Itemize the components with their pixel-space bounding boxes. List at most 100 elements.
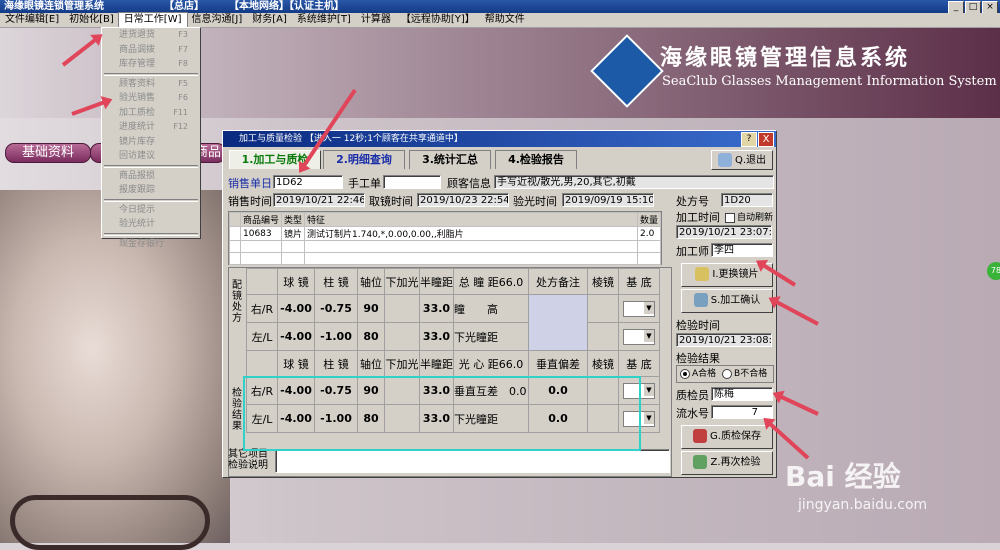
menu-item[interactable]: 财务[A]	[247, 13, 292, 27]
result-group: A合格 B不合格	[676, 365, 774, 383]
glasses-image	[10, 495, 210, 550]
nav-basic-data[interactable]: 基础资料	[5, 143, 91, 163]
menu-item[interactable]: 验光销售 F6	[102, 91, 200, 106]
sale-no-label: 销售单日	[228, 177, 272, 190]
rx-row-right[interactable]: 右/R -4.00 -0.75 90 33.0 瞳 高	[246, 294, 660, 351]
result-label: 检验结果	[676, 352, 720, 365]
sale-time-label: 销售时间	[228, 195, 272, 208]
base-select[interactable]	[623, 300, 655, 317]
dialog-close-icon[interactable]: X	[758, 132, 774, 147]
customer-field: 手写近视/散光,男,20,其它,初戴	[494, 175, 774, 189]
cell-qty: 2.0	[636, 226, 662, 241]
rx-no-field: 1D20	[721, 193, 773, 207]
save-icon	[693, 429, 708, 443]
table-row[interactable]: 10683 镜片 测试订制片1.740,*,0.00,0.00,,利脂片 2.0	[229, 226, 662, 241]
inspector-select[interactable]: 陈梅	[711, 387, 773, 401]
branch-label: 【总店】	[164, 1, 204, 12]
watermark-brand: Bai 经验	[785, 460, 901, 493]
daily-work-menu: 进货退货 F3 商品调拨 F7 库存管理 F8 顾客资料 F5 验光销售 F6 加工质检 F11 进度统…	[101, 27, 201, 249]
menu-item[interactable]: 进度统计 F12	[102, 120, 200, 135]
network-label: 【本地网络】【认证主机】	[229, 1, 344, 12]
menu-separator	[104, 164, 198, 168]
menu-item[interactable]: 商品调拨 F7	[102, 43, 200, 58]
fail-radio[interactable]: B不合格	[722, 368, 767, 379]
cell-goods-no: 10683	[239, 226, 283, 241]
menubar: 文件编辑[E] 初始化[B] 日常工作[W] 信息沟通[J] 财务[A] 系统维护[T] 计…	[0, 12, 1000, 28]
menu-item[interactable]: 文件编辑[E]	[0, 13, 64, 27]
cell-type: 镜片	[281, 226, 306, 241]
menu-item[interactable]: 回访建议	[102, 149, 200, 164]
rx-notes[interactable]	[528, 294, 588, 351]
banner-title: 海缘眼镜管理信息系统	[660, 45, 911, 71]
menu-item[interactable]: 报废跟踪	[102, 183, 200, 198]
process-time-field: 2019/10/21 23:07:	[676, 225, 772, 239]
status-badge[interactable]: 78	[987, 262, 1000, 280]
base-select[interactable]	[623, 328, 655, 345]
menu-item[interactable]: 日常工作[W]	[117, 12, 188, 28]
dialog-title: 加工与质量检验 【进入一 12秒;1个顾客在共享通道中】	[239, 134, 463, 144]
other-label: 其它项目 检验说明	[228, 449, 268, 471]
col-feature: 特征	[304, 212, 638, 227]
exit-button[interactable]: Q.退出	[711, 150, 773, 170]
tab-detail-query[interactable]: 2.明细查询	[323, 150, 405, 169]
menu-separator	[104, 72, 198, 76]
tab-summary[interactable]: 3.统计汇总	[409, 150, 491, 169]
menu-item[interactable]: 信息沟通[J]	[187, 13, 248, 27]
dialog-titlebar: 加工与质量检验 【进入一 12秒;1个顾客在共享通道中】 ? X	[223, 131, 776, 147]
menu-separator	[104, 232, 198, 236]
banner-subtitle: SeaClub Glasses Management Information S…	[662, 74, 997, 89]
col-goods-no: 商品编号	[239, 212, 283, 227]
menu-item[interactable]: 现金存银行	[102, 237, 200, 252]
menu-item[interactable]: 计算器	[356, 13, 396, 27]
inspect-time-label: 检验时间	[676, 319, 720, 332]
process-confirm-button[interactable]: S.加工确认	[681, 289, 773, 313]
watermark-url: jingyan.baidu.com	[798, 497, 928, 513]
check-time-label: 验光时间	[513, 195, 557, 208]
col-type: 类型	[281, 212, 306, 227]
tab-report[interactable]: 4.检验报告	[495, 150, 577, 169]
menu-item[interactable]: 系统维护[T]	[292, 13, 356, 27]
lens-icon	[695, 267, 710, 281]
manual-field[interactable]	[383, 175, 441, 189]
pick-time-label: 取镜时间	[369, 195, 413, 208]
exit-icon	[717, 153, 732, 167]
col-qty: 数量	[636, 212, 662, 227]
menu-item[interactable]: 今日提示	[102, 203, 200, 218]
menu-item[interactable]: 加工质检 F11	[102, 106, 200, 121]
menu-item[interactable]: 初始化[B]	[64, 13, 119, 27]
manual-label: 手工单	[348, 177, 381, 190]
inspector-label: 质检员	[676, 389, 709, 402]
process-time-label: 加工时间	[676, 211, 720, 224]
menu-item[interactable]: 帮助文件	[480, 13, 530, 27]
help-icon[interactable]: ?	[741, 132, 757, 147]
recheck-button[interactable]: Z.再次检验	[681, 451, 773, 475]
rx-row-left[interactable]: 左/L -4.00 -1.00 80 33.0 下光瞳距	[246, 322, 660, 351]
menu-separator	[104, 198, 198, 202]
check-time-field: 2019/09/19 15:10	[562, 193, 654, 207]
qc-save-button[interactable]: G.质检保存	[681, 425, 773, 449]
sale-no-field[interactable]: 1D62	[273, 175, 343, 189]
rx-side-label: 配镜处方	[232, 280, 242, 324]
menu-item[interactable]: 镜片库存	[102, 135, 200, 150]
worker-select[interactable]: 李四	[711, 243, 773, 257]
rx-no-label: 处方号	[676, 195, 709, 208]
menu-item[interactable]: 进货退货 F3	[102, 28, 200, 43]
app-title: 海缘眼镜连锁管理系统	[4, 1, 104, 12]
sale-time-field: 2019/10/21 22:46	[273, 193, 365, 207]
pass-radio[interactable]: A合格	[680, 368, 716, 379]
inspect-time-field: 2019/10/21 23:08:	[676, 333, 772, 347]
menu-item[interactable]: 库存管理 F8	[102, 57, 200, 72]
menu-item[interactable]: 商品报损	[102, 169, 200, 184]
recheck-icon	[693, 455, 708, 469]
pick-time-field: 2019/10/23 22:54	[417, 193, 509, 207]
menu-item[interactable]: 【远程协助[Y]】	[396, 13, 480, 27]
notes-textarea[interactable]	[275, 449, 670, 473]
gear-icon	[693, 293, 708, 307]
worker-label: 加工师	[676, 245, 709, 258]
customer-label: 顾客信息	[447, 177, 491, 190]
auto-refresh-checkbox[interactable]: 自动刷新	[725, 210, 773, 223]
goods-table[interactable]: 商品编号 类型 特征 数量 10683 镜片 测试订制片1.740,*,0.00…	[228, 211, 662, 265]
menu-item[interactable]: 顾客资料 F5	[102, 77, 200, 92]
cell-feature: 测试订制片1.740,*,0.00,0.00,,利脂片	[304, 226, 638, 241]
menu-item[interactable]: 验光统计	[102, 217, 200, 232]
